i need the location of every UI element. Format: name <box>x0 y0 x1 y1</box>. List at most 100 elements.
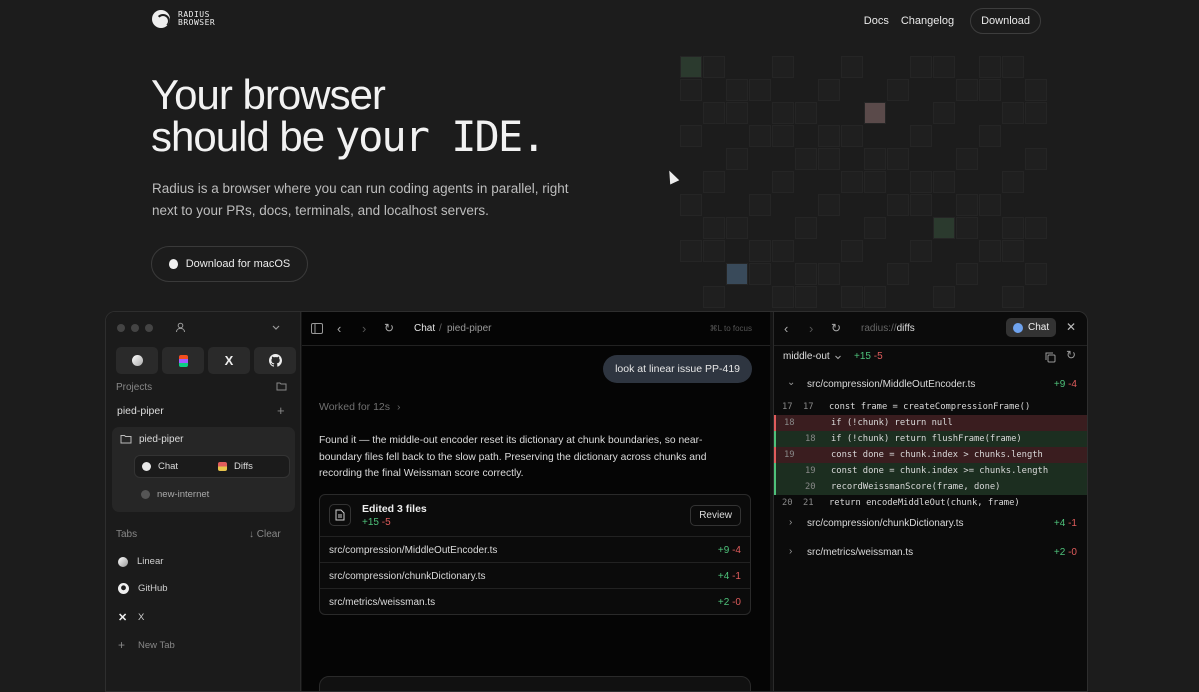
favorite-x[interactable]: X <box>208 347 250 374</box>
add-project-icon[interactable]: + <box>277 403 285 418</box>
chat-toggle-button[interactable]: Chat <box>1006 318 1057 337</box>
diff-file-header[interactable]: › src/metrics/weissman.ts +2 -0 <box>774 540 1087 566</box>
forward-icon[interactable]: › <box>362 321 366 336</box>
project-group-title[interactable]: pied-piper <box>117 405 164 417</box>
mosaic-tile <box>726 263 748 285</box>
file-deletions: -1 <box>1068 518 1077 529</box>
mosaic-tile <box>795 148 817 170</box>
favorite-figma[interactable] <box>162 347 204 374</box>
diff-file-header[interactable]: ⌄ src/compression/MiddleOutEncoder.ts +9… <box>774 372 1087 398</box>
favorites-bar: X <box>116 347 296 374</box>
hero-subtitle: Radius is a browser where you can run co… <box>152 181 569 218</box>
breadcrumb-separator: / <box>439 323 442 334</box>
download-macos-label: Download for macOS <box>185 258 291 270</box>
mosaic-tile <box>680 194 702 216</box>
edited-file-row[interactable]: src/compression/chunkDictionary.ts +4 -1 <box>320 562 750 588</box>
edited-file-row[interactable]: src/metrics/weissman.ts +2 -0 <box>320 588 750 614</box>
file-deletions: -1 <box>732 571 741 582</box>
mosaic-tile <box>1025 102 1047 124</box>
mosaic-tile <box>1025 148 1047 170</box>
reload-icon[interactable]: ↻ <box>831 321 841 335</box>
mosaic-tile <box>864 102 886 124</box>
x-icon: X <box>224 353 234 368</box>
user-icon[interactable] <box>175 322 186 336</box>
review-button[interactable]: Review <box>690 505 741 526</box>
minimize-window-button[interactable] <box>131 324 139 332</box>
close-window-button[interactable] <box>117 324 125 332</box>
projects-heading: Projects <box>116 382 153 393</box>
mosaic-tile <box>864 171 886 193</box>
mosaic-tile <box>772 125 794 147</box>
edited-file-stats: +9 -4 <box>718 545 741 556</box>
copy-icon[interactable] <box>1045 350 1056 368</box>
url-bar[interactable]: radius://diffs <box>861 323 915 334</box>
favorite-github[interactable] <box>254 347 296 374</box>
file-additions: +2 <box>1053 547 1066 558</box>
back-icon[interactable]: ‹ <box>337 321 341 336</box>
mosaic-tile <box>979 194 1001 216</box>
chevron-down-icon: ⌄ <box>787 377 796 388</box>
mosaic-tile <box>979 56 1001 78</box>
logo[interactable]: RADIUS BROWSER <box>152 10 238 28</box>
mosaic-tile <box>841 171 863 193</box>
docs-link[interactable]: Docs <box>864 11 889 31</box>
mosaic-tile <box>1002 56 1024 78</box>
chat-input[interactable] <box>319 676 751 691</box>
file-edit-icon <box>329 504 351 526</box>
download-button[interactable]: Download <box>970 8 1041 34</box>
new-tab-button[interactable]: + New Tab <box>118 638 175 652</box>
mosaic-tile <box>1002 240 1024 262</box>
maximize-window-button[interactable] <box>145 324 153 332</box>
tab-linear[interactable]: Linear <box>118 556 163 567</box>
project-card-title[interactable]: pied-piper <box>139 434 183 445</box>
hero-title-line-1: Your browser <box>151 71 386 118</box>
reload-icon[interactable]: ↻ <box>384 321 394 335</box>
forward-icon[interactable]: › <box>809 321 813 336</box>
diff-toolbar: ‹ › ↻ radius://diffs Chat ✕ <box>774 312 1087 346</box>
chevron-down-icon[interactable] <box>271 322 281 335</box>
edited-file-row[interactable]: src/compression/MiddleOutEncoder.ts +9 -… <box>320 536 750 562</box>
breadcrumb-project[interactable]: pied-piper <box>447 323 491 334</box>
back-icon[interactable]: ‹ <box>784 321 788 336</box>
tab-x[interactable]: ✕ X <box>118 611 144 624</box>
folder-icon <box>120 434 132 447</box>
old-line-number: 20 <box>782 498 793 508</box>
file-additions: +4 <box>717 571 730 582</box>
chat-toggle-label: Chat <box>1028 322 1050 333</box>
refresh-icon[interactable]: ↻ <box>1066 348 1076 362</box>
file-additions: +9 <box>717 545 730 556</box>
diff-file-header[interactable]: › src/compression/chunkDictionary.ts +4 … <box>774 511 1087 537</box>
favorite-linear[interactable] <box>116 347 158 374</box>
linear-icon <box>131 355 143 366</box>
worked-duration[interactable]: Worked for 12s › <box>319 401 400 413</box>
mosaic-tile <box>933 56 955 78</box>
chat-icon <box>142 462 151 471</box>
diff-file-stats: +4 -1 <box>1054 518 1077 529</box>
mosaic-tile <box>1002 102 1024 124</box>
clear-tabs-button[interactable]: ↓ Clear <box>249 529 281 540</box>
branch-selector[interactable]: middle-out <box>783 351 842 362</box>
plus-icon: + <box>118 638 126 652</box>
changelog-link[interactable]: Changelog <box>901 11 954 31</box>
sidebar-toggle-icon[interactable] <box>311 323 323 337</box>
mosaic-tile <box>1025 79 1047 101</box>
mosaic-tile <box>749 194 771 216</box>
mosaic-tile <box>795 217 817 239</box>
close-icon[interactable]: ✕ <box>1066 320 1076 334</box>
window-controls <box>117 324 153 332</box>
tab-github[interactable]: GitHub <box>118 583 168 594</box>
folder-add-icon[interactable] <box>276 381 287 394</box>
diff-line: 19 const done = chunk.index >= chunks.len… <box>774 463 1087 479</box>
edited-file-stats: +4 -1 <box>718 571 741 582</box>
code-text: return encodeMiddleOut(chunk, frame) <box>829 498 1020 508</box>
file-deletions: -0 <box>732 597 741 608</box>
edited-file-name: src/compression/MiddleOutEncoder.ts <box>329 545 498 556</box>
new-internet-item[interactable]: new-internet <box>141 489 209 500</box>
code-text: if (!chunk) return flushFrame(frame) <box>831 434 1022 444</box>
download-macos-button[interactable]: Download for macOS <box>151 246 308 282</box>
chat-workspace-tab[interactable]: Chat <box>142 461 178 472</box>
diff-line: 17 17 const frame = createCompressionFrame… <box>774 399 1087 415</box>
mosaic-tile <box>887 263 909 285</box>
diffs-workspace-tab[interactable]: Diffs <box>218 461 253 472</box>
breadcrumb-chat[interactable]: Chat <box>414 323 435 334</box>
